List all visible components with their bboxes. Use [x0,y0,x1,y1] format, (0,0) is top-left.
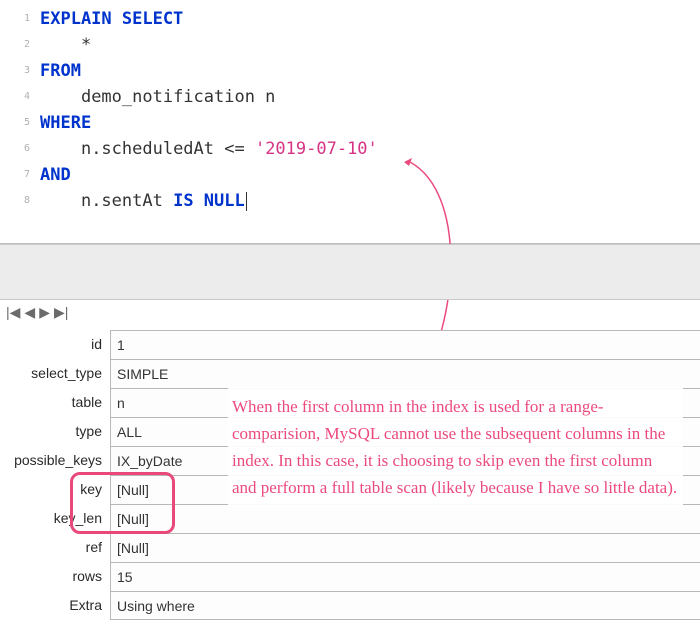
result-value[interactable]: 1 [110,330,700,359]
result-label: possible_keys [0,446,110,475]
result-value[interactable]: [Null] [110,533,700,562]
line-number: 3 [0,58,40,84]
kw-and: AND [40,165,71,185]
result-label: select_type [0,359,110,388]
line-gutter: 1 2 3 4 5 6 7 8 [0,0,40,243]
code-cond1-string: '2019-07-10' [255,139,378,159]
result-label: type [0,417,110,446]
result-label: key [0,475,110,504]
sql-editor[interactable]: 1 2 3 4 5 6 7 8 EXPLAIN SELECT * FROM de… [0,0,700,244]
code-text[interactable]: EXPLAIN SELECT * FROM demo_notification … [40,0,700,243]
line-number: 5 [0,110,40,136]
kw-explain-select: EXPLAIN SELECT [40,9,183,29]
kw-is-null: IS NULL [173,191,245,211]
result-label: Extra [0,591,110,620]
code-cond2-left: n.sentAt [81,191,173,211]
line-number: 4 [0,84,40,110]
kw-from: FROM [40,61,81,81]
code-star: * [81,35,91,55]
panel-divider [0,244,700,300]
result-label: ref [0,533,110,562]
line-number: 6 [0,136,40,162]
result-row-rows: rows 15 [0,562,700,591]
text-cursor [246,192,247,211]
result-row-select-type: select_type SIMPLE [0,359,700,388]
kw-where: WHERE [40,113,91,133]
result-value[interactable]: SIMPLE [110,359,700,388]
result-row-ref: ref [Null] [0,533,700,562]
result-value[interactable]: 15 [110,562,700,591]
line-number: 2 [0,32,40,58]
code-cond1-left: n.scheduledAt <= [81,139,255,159]
nav-next-icon[interactable]: ▶ [39,304,50,321]
line-number: 7 [0,162,40,188]
line-number: 1 [0,6,40,32]
result-row-key-len: key_len [Null] [0,504,700,533]
nav-last-icon[interactable]: ▶| [54,304,68,321]
line-number: 8 [0,188,40,214]
result-value[interactable]: [Null] [110,504,700,533]
result-label: id [0,330,110,359]
nav-first-icon[interactable]: |◀ [6,304,20,321]
result-label: key_len [0,504,110,533]
result-row-id: id 1 [0,330,700,359]
result-row-extra: Extra Using where [0,591,700,620]
result-label: table [0,388,110,417]
result-label: rows [0,562,110,591]
nav-prev-icon[interactable]: ◀ [24,304,35,321]
result-value[interactable]: Using where [110,591,700,620]
code-table-ref: demo_notification n [81,87,275,107]
annotation-note: When the first column in the index is us… [228,387,683,507]
result-nav: |◀ ◀ ▶ ▶| [6,304,68,321]
